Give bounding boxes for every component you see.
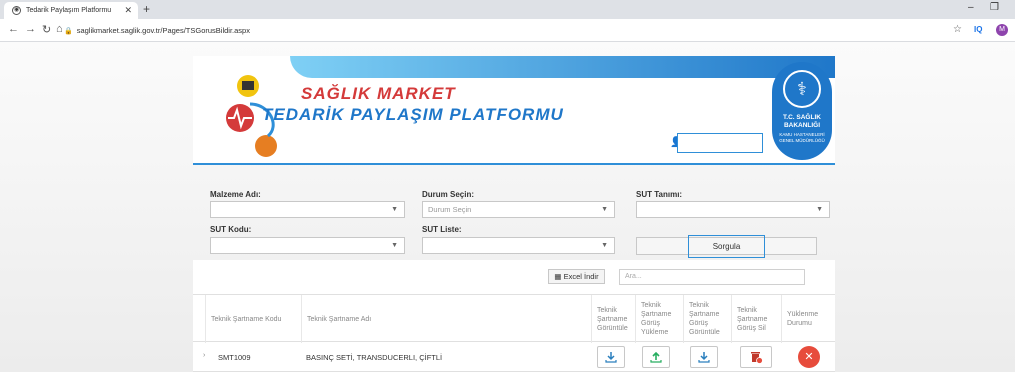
- sut-tanimi-label: SUT Tanımı:: [636, 190, 683, 199]
- chevron-down-icon: ▼: [601, 206, 608, 213]
- column-header[interactable]: Teknik Şartname Adı: [301, 295, 591, 343]
- caduceus-icon: ⚕: [783, 70, 821, 108]
- brand-subtitle: TEDARİK PAYLAŞIM PLATFORMU: [262, 105, 564, 124]
- header-swoosh: [290, 56, 835, 78]
- malzeme-select[interactable]: ▼: [210, 201, 405, 218]
- spec-name: BASINÇ SETİ, TRANSDUCERLI, ÇİFTLİ: [306, 352, 443, 362]
- malzeme-label: Malzeme Adı:: [210, 190, 261, 199]
- user-field[interactable]: [677, 133, 763, 153]
- seal-subtitle: KAMU HASTANELERİ GENEL MÜDÜRLÜĞÜ: [779, 132, 825, 143]
- extension-icon[interactable]: IQ: [974, 25, 982, 34]
- row-expand-icon[interactable]: ›: [203, 352, 205, 359]
- spec-code: SMT1009: [218, 352, 251, 362]
- durum-select[interactable]: Durum Seçin ▼: [422, 201, 615, 218]
- delete-opinion-button[interactable]: [740, 346, 772, 368]
- home-icon[interactable]: ⌂: [56, 23, 63, 35]
- ministry-seal: ⚕ T.C. SAĞLIK BAKANLIĞI KAMU HASTANELERİ…: [772, 62, 832, 160]
- excel-icon: ▦: [554, 272, 562, 281]
- chevron-down-icon: ▼: [601, 242, 608, 249]
- table-row: › SMT1009 BASINÇ SETİ, TRANSDUCERLI, ÇİF…: [193, 342, 835, 372]
- excel-download-button[interactable]: ▦ Excel İndir: [548, 269, 605, 284]
- filter-panel: Malzeme Adı: ▼ Durum Seçin: Durum Seçin …: [193, 165, 835, 260]
- durum-placeholder: Durum Seçin: [428, 205, 472, 214]
- seal-title: T.C. SAĞLIK BAKANLIĞI: [783, 114, 821, 129]
- sut-kodu-select[interactable]: ▼: [210, 237, 405, 254]
- new-tab-icon[interactable]: +: [143, 2, 150, 16]
- column-header[interactable]: Teknik Şartname Kodu: [205, 295, 301, 343]
- chevron-down-icon: ▼: [391, 206, 398, 213]
- sut-tanimi-select[interactable]: ▼: [636, 201, 830, 218]
- download-icon: [605, 352, 617, 363]
- download-icon: [698, 352, 710, 363]
- browser-tab[interactable]: ◉ Tedarik Paylaşım Platformu ✕: [4, 2, 138, 19]
- globe-icon: ◉: [12, 6, 21, 15]
- view-opinion-button[interactable]: [690, 346, 718, 368]
- tab-title: Tedarik Paylaşım Platformu: [26, 7, 112, 14]
- status-failed-icon: ✕: [798, 346, 820, 368]
- table-header: Teknik Şartname Kodu Teknik Şartname Adı…: [193, 294, 835, 343]
- column-header[interactable]: Teknik Şartname Görüş Görüntüle: [683, 295, 731, 343]
- bookmark-star-icon[interactable]: ☆: [953, 24, 962, 35]
- column-header[interactable]: Teknik Şartname Görüş Sil: [731, 295, 781, 343]
- minimize-icon[interactable]: –: [968, 2, 974, 13]
- durum-label: Durum Seçin:: [422, 190, 475, 199]
- table-search-input[interactable]: Ara...: [619, 269, 805, 285]
- profile-avatar[interactable]: M: [996, 24, 1008, 36]
- browser-tab-bar: ◉ Tedarik Paylaşım Platformu ✕ + – ❐: [0, 0, 1015, 19]
- forward-icon[interactable]: →: [25, 23, 36, 35]
- reload-icon[interactable]: ↻: [42, 23, 51, 36]
- lock-icon: 🔒: [64, 28, 73, 35]
- excel-download-label: Excel İndir: [563, 272, 599, 281]
- close-tab-icon[interactable]: ✕: [124, 5, 132, 16]
- view-spec-button[interactable]: [597, 346, 625, 368]
- address-bar: ← → ↻ ⌂ 🔒 saglikmarket.saglik.gov.tr/Page…: [0, 19, 1015, 42]
- query-button[interactable]: Sorgula: [688, 235, 765, 258]
- back-icon[interactable]: ←: [8, 23, 19, 35]
- sut-liste-select[interactable]: ▼: [422, 237, 615, 254]
- chevron-down-icon: ▼: [816, 206, 823, 213]
- url-text: saglikmarket.saglik.gov.tr/Pages/TSGorus…: [76, 26, 250, 35]
- query-button-wrapper: Sorgula: [636, 235, 817, 258]
- sut-liste-label: SUT Liste:: [422, 225, 462, 234]
- chevron-down-icon: ▼: [391, 242, 398, 249]
- column-header[interactable]: Teknik Şartname Görüş Yükleme: [635, 295, 683, 343]
- url-field[interactable]: 🔒 saglikmarket.saglik.gov.tr/Pages/TSGoru…: [64, 23, 944, 38]
- column-header[interactable]: Teknik Şartname Görüntüle: [591, 295, 635, 343]
- restore-icon[interactable]: ❐: [990, 2, 999, 13]
- upload-icon: [650, 351, 662, 363]
- trash-icon: [751, 352, 763, 364]
- results-panel: ▦ Excel İndir Ara... Teknik Şartname Kod…: [193, 260, 835, 372]
- sut-kodu-label: SUT Kodu:: [210, 225, 252, 234]
- brand-title: SAĞLIK MARKET: [301, 84, 456, 103]
- upload-opinion-button[interactable]: [642, 346, 670, 368]
- column-header[interactable]: Yüklenme Durumu: [781, 295, 835, 343]
